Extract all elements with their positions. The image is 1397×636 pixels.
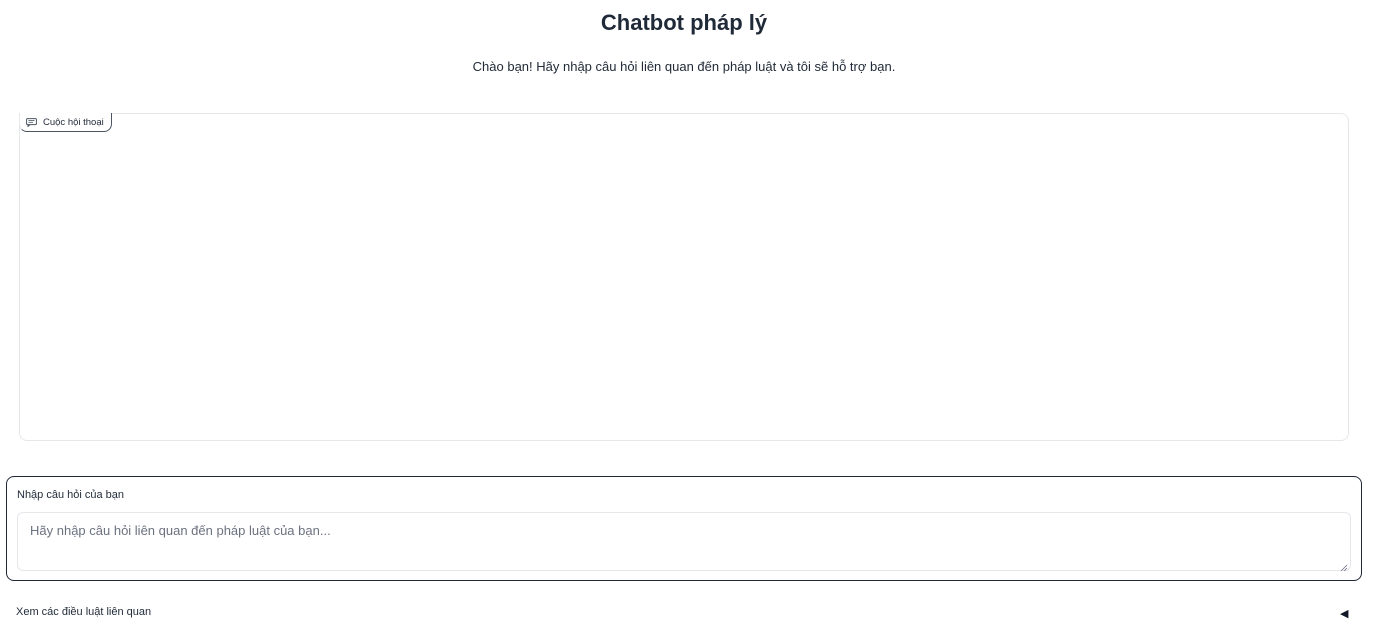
- chat-icon: [26, 117, 37, 127]
- collapse-arrow-icon[interactable]: ◀: [1340, 607, 1348, 620]
- question-input[interactable]: [17, 512, 1351, 571]
- page-subtitle: Chào bạn! Hãy nhập câu hỏi liên quan đến…: [472, 59, 896, 74]
- app-page: Chatbot pháp lý Chào bạn! Hãy nhập câu h…: [0, 0, 1397, 636]
- chatbot-label: Cuộc hội thoại: [43, 116, 104, 128]
- related-laws-accordion[interactable]: Xem các điều luật liên quan ◀: [0, 600, 1397, 628]
- chat-history-panel[interactable]: Cuộc hội thoại: [19, 113, 1349, 441]
- question-input-block: Nhập câu hỏi của bạn: [6, 476, 1362, 581]
- accordion-label: Xem các điều luật liên quan: [16, 606, 152, 618]
- page-title: Chatbot pháp lý: [600, 10, 768, 35]
- chatbot-label-badge: Cuộc hội thoại: [19, 113, 112, 132]
- resize-grip-icon[interactable]: [1340, 559, 1348, 572]
- question-input-label: Nhập câu hỏi của bạn: [17, 489, 125, 501]
